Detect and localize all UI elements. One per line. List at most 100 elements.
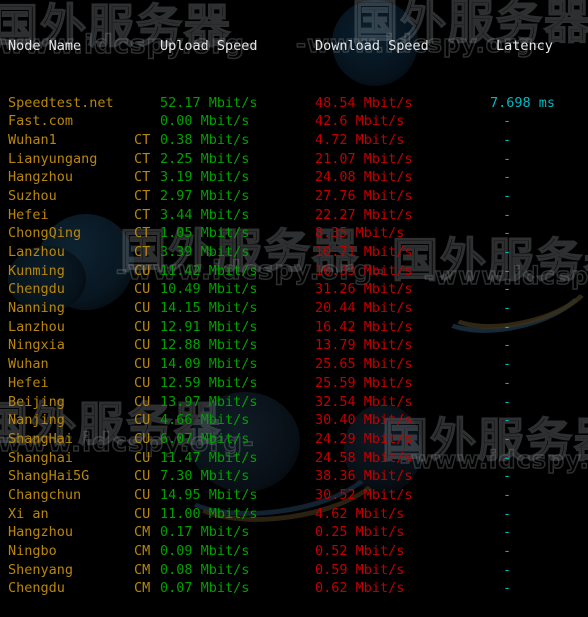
cell-isp: CU [134, 262, 151, 279]
table-row: Beijing CU 13.97 Mbit/s 32.54 Mbit/s - [0, 393, 588, 412]
table-row: Ningbo CM 0.09 Mbit/s 0.52 Mbit/s - [0, 542, 588, 561]
cell-node-name: Beijing [8, 393, 65, 410]
cell-isp: CT [134, 244, 151, 260]
cell-node-name: Wuhan1 [8, 131, 57, 148]
cell-node-name: Ningbo [8, 543, 57, 559]
cell-latency: - [503, 281, 512, 298]
cell-upload-speed: 12.59 Mbit/s [160, 374, 258, 391]
table-row: Lanzhou CT 3.39 Mbit/s 10.71 Mbit/s - [0, 243, 588, 262]
cell-latency: - [503, 206, 512, 223]
cell-isp: CU [134, 505, 151, 522]
cell-latency: - [503, 505, 512, 522]
cell-isp: CU [134, 337, 151, 354]
cell-isp: CT [134, 169, 151, 186]
column-header-download-speed: Download Speed [315, 38, 429, 55]
cell-upload-speed: 3.44 Mbit/s [160, 206, 250, 223]
table-row: Lianyungang CT 2.25 Mbit/s 21.07 Mbit/s - [0, 150, 588, 169]
cell-isp: CU [134, 318, 151, 335]
cell-download-speed: 10.71 Mbit/s [315, 244, 413, 260]
cell-download-speed: 38.36 Mbit/s [315, 468, 413, 485]
table-row: Shanghai CU 11.47 Mbit/s 24.58 Mbit/s - [0, 449, 588, 468]
cell-download-speed: 0.62 Mbit/s [315, 580, 405, 597]
cell-isp: CT [134, 187, 151, 204]
cell-upload-speed: 11.42 Mbit/s [160, 262, 258, 279]
table-row: Xi an CU 11.00 Mbit/s 4.62 Mbit/s - [0, 505, 588, 524]
cell-latency: - [503, 150, 512, 167]
table-row: Chengdu CM 0.07 Mbit/s 0.62 Mbit/s - [0, 579, 588, 598]
cell-isp: CU [134, 374, 151, 391]
cell-isp: CU [134, 449, 151, 466]
cell-upload-speed: 14.95 Mbit/s [160, 486, 258, 503]
table-row: Nanning CU 14.15 Mbit/s 20.44 Mbit/s - [0, 299, 588, 318]
cell-latency: - [503, 561, 512, 578]
cell-download-speed: 22.27 Mbit/s [315, 206, 413, 223]
cell-node-name: Lianyungang [8, 150, 98, 167]
cell-download-speed: 30.40 Mbit/s [315, 412, 413, 429]
cell-isp: CM [134, 543, 151, 559]
cell-upload-speed: 11.00 Mbit/s [160, 505, 258, 522]
cell-node-name: Chengdu [8, 580, 65, 597]
cell-isp: CT [134, 131, 151, 148]
cell-upload-speed: 4.66 Mbit/s [160, 412, 250, 429]
table-row: Kunming CU 11.42 Mbit/s 16.33 Mbit/s - [0, 262, 588, 281]
cell-isp: CT [134, 150, 151, 167]
cell-node-name: Chengdu [8, 281, 65, 298]
cell-upload-speed: 3.39 Mbit/s [160, 244, 250, 260]
cell-latency: - [503, 244, 512, 260]
cell-isp: CM [134, 580, 151, 597]
cell-upload-speed: 0.38 Mbit/s [160, 131, 250, 148]
table-row: Lanzhou CU 12.91 Mbit/s 16.42 Mbit/s - [0, 318, 588, 337]
cell-upload-speed: 0.07 Mbit/s [160, 580, 250, 597]
table-row: ChongQing CT 1.05 Mbit/s 8.35 Mbit/s - [0, 224, 588, 243]
cell-node-name: Lanzhou [8, 318, 65, 335]
cell-latency: - [503, 113, 512, 130]
cell-download-speed: 24.29 Mbit/s [315, 430, 413, 447]
cell-latency: - [503, 543, 512, 559]
cell-latency: - [503, 486, 512, 503]
cell-download-speed: 16.33 Mbit/s [315, 262, 413, 279]
cell-latency: - [503, 580, 512, 597]
cell-node-name: Suzhou [8, 187, 57, 204]
cell-download-speed: 20.44 Mbit/s [315, 300, 413, 317]
cell-upload-speed: 0.09 Mbit/s [160, 543, 250, 559]
cell-node-name: ShangHai [8, 430, 74, 447]
table-row: Nanjing CU 4.66 Mbit/s 30.40 Mbit/s - [0, 411, 588, 430]
cell-upload-speed: 52.17 Mbit/s [160, 94, 258, 111]
table-row: Fast.com 0.00 Mbit/s 42.6 Mbit/s - [0, 112, 588, 131]
cell-node-name: Nanjing [8, 412, 65, 429]
cell-download-speed: 30.52 Mbit/s [315, 486, 413, 503]
cell-download-speed: 27.76 Mbit/s [315, 187, 413, 204]
cell-node-name: Xi an [8, 505, 49, 522]
table-header-row: Node Name Upload Speed Download Speed La… [0, 37, 588, 56]
table-row: ShangHai5G CU 7.30 Mbit/s 38.36 Mbit/s - [0, 467, 588, 486]
cell-isp: CU [134, 281, 151, 298]
cell-isp: CT [134, 225, 151, 242]
cell-download-speed: 4.72 Mbit/s [315, 131, 405, 148]
cell-latency: - [503, 300, 512, 317]
cell-latency: - [503, 356, 512, 373]
cell-latency: 7.698 ms [490, 94, 556, 111]
cell-latency: - [503, 374, 512, 391]
cell-download-speed: 48.54 Mbit/s [315, 94, 413, 111]
cell-download-speed: 16.42 Mbit/s [315, 318, 413, 335]
cell-download-speed: 4.62 Mbit/s [315, 505, 405, 522]
cell-node-name: Hefei [8, 206, 49, 223]
cell-upload-speed: 12.91 Mbit/s [160, 318, 258, 335]
cell-latency: - [503, 262, 512, 279]
cell-isp: CU [134, 300, 151, 317]
cell-latency: - [503, 449, 512, 466]
cell-isp: CU [134, 468, 151, 485]
cell-upload-speed: 13.97 Mbit/s [160, 393, 258, 410]
cell-download-speed: 0.52 Mbit/s [315, 543, 405, 559]
cell-node-name: ChongQing [8, 225, 82, 242]
cell-isp: CM [134, 561, 151, 578]
table-body: Speedtest.net 52.17 Mbit/s 48.54 Mbit/s 7.6… [0, 94, 588, 599]
cell-download-speed: 32.54 Mbit/s [315, 393, 413, 410]
cell-node-name: Fast.com [8, 113, 74, 130]
cell-latency: - [503, 337, 512, 354]
cell-upload-speed: 11.47 Mbit/s [160, 449, 258, 466]
cell-upload-speed: 2.97 Mbit/s [160, 187, 250, 204]
cell-download-speed: 24.58 Mbit/s [315, 449, 413, 466]
table-row: Speedtest.net 52.17 Mbit/s 48.54 Mbit/s 7.6… [0, 94, 588, 113]
cell-upload-speed: 14.15 Mbit/s [160, 300, 258, 317]
